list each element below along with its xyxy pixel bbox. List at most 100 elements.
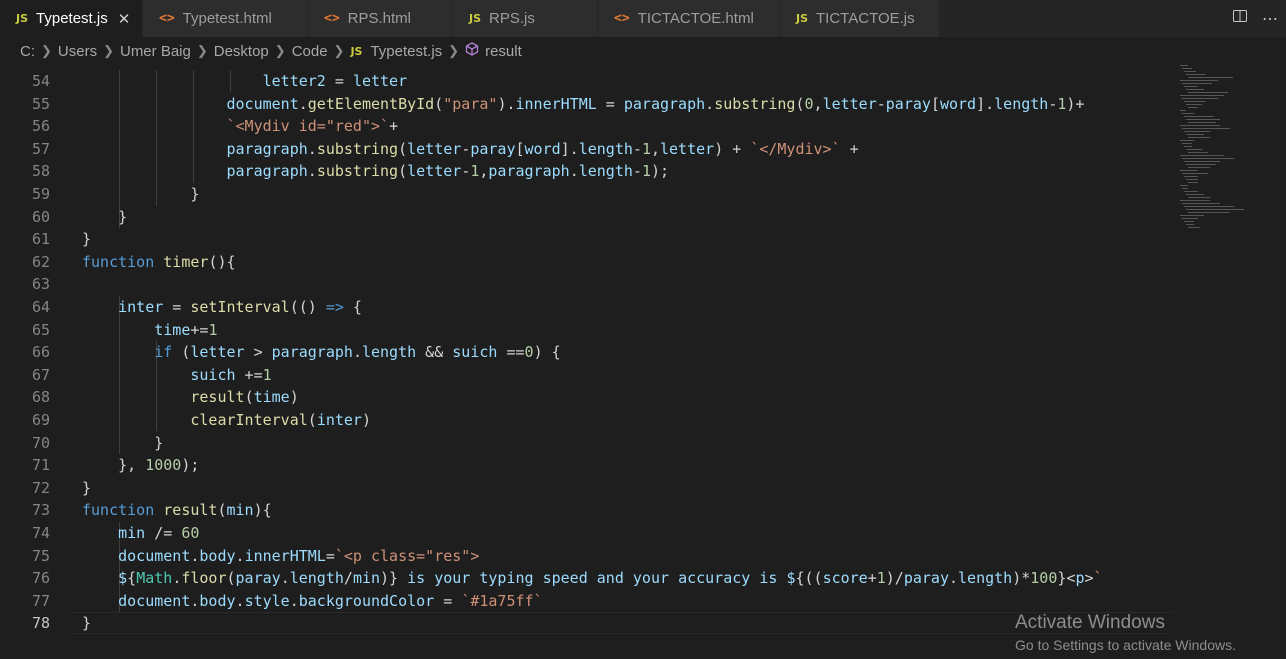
- watermark-title: Activate Windows: [1015, 612, 1165, 633]
- code-line: 56 `<Mydiv id="red">`+: [31, 117, 399, 136]
- minimap-line: [1186, 209, 1244, 210]
- minimap-line: [1184, 176, 1198, 177]
- minimap-line: [1188, 152, 1208, 153]
- minimap-line: [1186, 179, 1198, 180]
- code-line: 69 clearInterval(inter): [31, 411, 371, 429]
- minimap-line: [1182, 98, 1218, 99]
- code-editor[interactable]: 54 letter2 = letter 55 document.getEleme…: [0, 70, 1286, 659]
- code-line: 73 function result(min){: [31, 501, 272, 520]
- minimap-line: [1180, 125, 1220, 126]
- minimap-line: [1182, 113, 1194, 114]
- chevron-right-icon: ❯: [41, 43, 52, 58]
- more-actions-icon[interactable]: ⋯: [1262, 9, 1278, 29]
- minimap-line: [1180, 200, 1210, 201]
- minimap-line: [1182, 128, 1230, 129]
- minimap-line: [1182, 188, 1188, 189]
- minimap-line: [1188, 92, 1228, 93]
- html-file-icon: <>: [159, 11, 175, 26]
- code-line: 71 }, 1000);: [31, 456, 200, 475]
- tab-label: TICTACTOE.html: [637, 10, 754, 27]
- minimap-line: [1180, 110, 1186, 111]
- minimap[interactable]: [1176, 65, 1286, 235]
- minimap-line: [1188, 107, 1198, 108]
- watermark-subtitle: Go to Settings to activate Windows.: [1015, 637, 1236, 653]
- code-line: 63: [31, 275, 50, 294]
- tab-typetest-js[interactable]: JS Typetest.js ✕: [0, 0, 143, 37]
- js-file-icon: JS: [796, 12, 809, 25]
- breadcrumb-symbol[interactable]: result: [485, 43, 522, 60]
- code-line: 68 result(time): [31, 388, 299, 407]
- minimap-line: [1188, 182, 1198, 183]
- minimap-line: [1186, 194, 1204, 195]
- breadcrumb-drive[interactable]: C:: [20, 43, 35, 60]
- minimap-line: [1184, 221, 1194, 222]
- tab-label: RPS.js: [489, 10, 535, 27]
- code-line: 60 }: [31, 207, 128, 226]
- tab-label: Typetest.js: [36, 10, 108, 27]
- split-editor-icon[interactable]: [1232, 8, 1248, 29]
- tab-label: TICTACTOE.js: [816, 10, 915, 27]
- minimap-line: [1184, 191, 1198, 192]
- minimap-line: [1184, 161, 1220, 162]
- minimap-line: [1186, 149, 1202, 150]
- minimap-line: [1184, 71, 1196, 72]
- minimap-line: [1180, 65, 1188, 66]
- code-line: 70 }: [31, 433, 164, 452]
- minimap-line: [1182, 143, 1192, 144]
- minimap-line: [1182, 158, 1234, 159]
- code-line: 77 document.body.style.backgroundColor =…: [31, 591, 543, 610]
- code-line: 57 paragraph.substring(letter-paray[word…: [31, 139, 859, 158]
- minimap-line: [1182, 173, 1208, 174]
- minimap-line: [1182, 203, 1220, 204]
- minimap-line: [1186, 74, 1206, 75]
- tab-tictactoe-html[interactable]: <> TICTACTOE.html: [598, 0, 780, 37]
- tab-typetest-html[interactable]: <> Typetest.html: [143, 0, 308, 37]
- code-line: 67 suich +=1: [31, 365, 272, 384]
- code-line: 76 ${Math.floor(paray.length/min)} is yo…: [31, 569, 1103, 588]
- activate-windows-watermark: Activate Windows Go to Settings to activ…: [1015, 612, 1236, 653]
- code-line: 54 letter2 = letter: [31, 72, 408, 90]
- minimap-line: [1188, 137, 1210, 138]
- js-file-icon: JS: [469, 12, 482, 25]
- tab-rps-html[interactable]: <> RPS.html: [308, 0, 453, 37]
- code-line: 58 paragraph.substring(letter-1,paragrap…: [31, 162, 670, 181]
- code-line: 64 inter = setInterval(() => {: [31, 298, 362, 316]
- minimap-line: [1186, 119, 1220, 120]
- minimap-line: [1180, 215, 1204, 216]
- breadcrumb-file[interactable]: Typetest.js: [370, 43, 442, 60]
- code-line: 72}: [31, 478, 92, 497]
- minimap-line: [1184, 146, 1192, 147]
- chevron-right-icon: ❯: [103, 43, 114, 58]
- minimap-line: [1180, 80, 1218, 81]
- close-icon[interactable]: ✕: [118, 10, 131, 28]
- minimap-line: [1184, 116, 1214, 117]
- minimap-line: [1180, 170, 1198, 171]
- minimap-line: [1188, 167, 1210, 168]
- tab-tictactoe-js[interactable]: JS TICTACTOE.js: [780, 0, 940, 37]
- tab-rps-js[interactable]: JS RPS.js: [453, 0, 598, 37]
- minimap-line: [1188, 212, 1230, 213]
- minimap-line: [1184, 206, 1234, 207]
- breadcrumb-item[interactable]: Umer Baig: [120, 43, 191, 60]
- code-line: 66 if (letter > paragraph.length && suic…: [31, 343, 561, 362]
- chevron-right-icon: ❯: [274, 43, 286, 58]
- minimap-line: [1186, 89, 1204, 90]
- minimap-line: [1186, 134, 1204, 135]
- breadcrumb-item[interactable]: Desktop: [214, 43, 269, 60]
- minimap-line: [1182, 218, 1198, 219]
- minimap-line: [1184, 101, 1206, 102]
- minimap-line: [1182, 83, 1212, 84]
- minimap-line: [1188, 122, 1216, 123]
- code-line: 55 document.getElementById("para").inner…: [31, 94, 1085, 113]
- breadcrumb-item[interactable]: Users: [58, 43, 97, 60]
- tab-bar: JS Typetest.js ✕ <> Typetest.html <> RPS…: [0, 0, 1286, 37]
- html-file-icon: <>: [614, 11, 630, 26]
- minimap-line: [1180, 140, 1194, 141]
- minimap-line: [1188, 77, 1233, 78]
- minimap-line: [1184, 86, 1198, 87]
- minimap-line: [1188, 227, 1200, 228]
- chevron-right-icon: ❯: [448, 43, 460, 58]
- minimap-line: [1180, 95, 1224, 96]
- minimap-line: [1186, 104, 1202, 105]
- breadcrumb-item[interactable]: Code: [292, 43, 328, 60]
